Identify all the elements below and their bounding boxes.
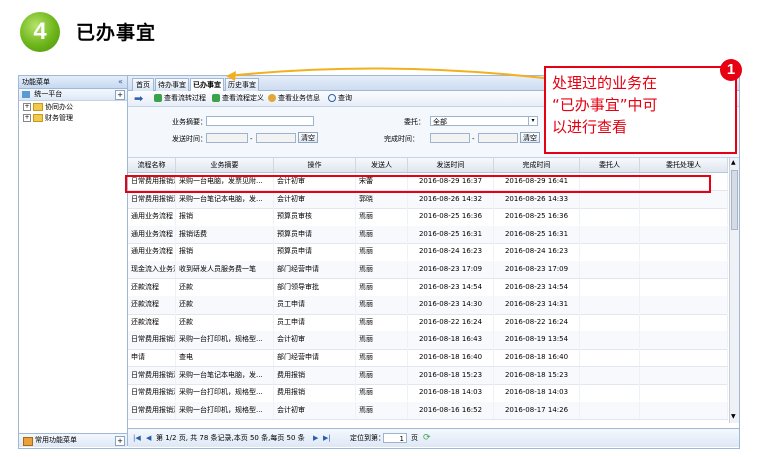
callout-number-badge: 1 <box>720 59 742 81</box>
callout-line: “已办事宜”中可 <box>552 96 658 114</box>
callout-line: 以进行查看 <box>552 118 628 136</box>
annotation-callout: 处理过的业务在 “已办事宜”中可 以进行查看 <box>544 66 737 154</box>
callout-line: 处理过的业务在 <box>552 74 658 92</box>
